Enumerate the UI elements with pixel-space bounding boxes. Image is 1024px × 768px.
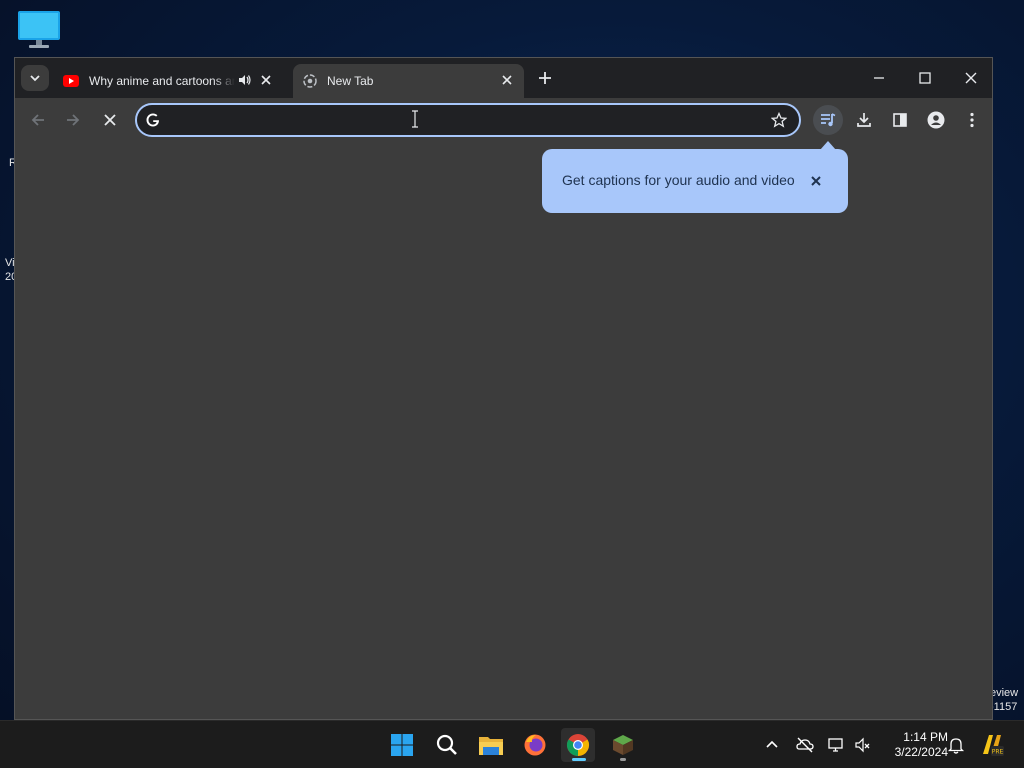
toolbar (15, 98, 992, 142)
close-icon[interactable] (500, 73, 514, 87)
chevron-up-icon[interactable] (762, 735, 782, 755)
forward-arrow-icon[interactable] (63, 110, 83, 130)
tab-new-tab[interactable]: New Tab (293, 64, 524, 98)
side-panel-icon[interactable] (890, 110, 910, 130)
captions-promo-text: Get captions for your audio and video (562, 172, 795, 188)
firefox-icon (524, 734, 546, 756)
chrome-button[interactable] (561, 728, 595, 762)
minimize-icon[interactable] (869, 68, 889, 88)
firefox-button[interactable] (518, 728, 552, 762)
new-tab-plus-icon[interactable] (535, 68, 555, 88)
onedrive-offline-icon[interactable] (795, 735, 815, 755)
clock-time: 1:14 PM (903, 730, 948, 744)
tab-title: New Tab (327, 74, 374, 88)
text-cursor-icon (412, 110, 418, 128)
stop-loading-icon[interactable] (100, 110, 120, 130)
active-app-indicator (572, 758, 586, 761)
chrome-icon (303, 74, 317, 88)
tab-youtube[interactable]: Why anime and cartoons are (55, 64, 283, 98)
media-controls-button[interactable] (813, 105, 843, 135)
tab-search-button[interactable] (21, 65, 49, 91)
speaker-icon[interactable] (237, 73, 251, 87)
notification-bell-icon[interactable] (946, 735, 966, 755)
windows-start-icon (391, 734, 413, 756)
chevron-down-icon (30, 75, 40, 82)
taskbar: 1:14 PM 3/22/2024 PRE (0, 720, 1024, 768)
close-icon[interactable] (259, 73, 273, 87)
tab-title: Why anime and cartoons are (89, 74, 235, 88)
file-explorer-button[interactable] (474, 728, 508, 762)
youtube-icon (63, 75, 79, 87)
minecraft-icon (613, 735, 633, 755)
chrome-icon (567, 734, 589, 756)
google-g-icon (146, 113, 159, 127)
start-button[interactable] (385, 728, 419, 762)
captions-promo-bubble: Get captions for your audio and video (542, 141, 848, 213)
maximize-icon[interactable] (915, 68, 935, 88)
minecraft-button[interactable] (606, 728, 640, 762)
search-icon (436, 734, 457, 755)
address-bar[interactable] (135, 103, 801, 137)
file-explorer-icon (479, 737, 503, 755)
volume-muted-icon[interactable] (853, 735, 873, 755)
menu-dots-icon[interactable] (962, 110, 982, 130)
clock[interactable]: 1:14 PM 3/22/2024 (878, 730, 948, 760)
svg-text:PRE: PRE (992, 749, 1004, 756)
clock-date: 3/22/2024 (894, 745, 948, 759)
close-icon[interactable] (809, 174, 823, 188)
network-icon[interactable] (826, 735, 846, 755)
copilot-preview-icon[interactable]: PRE (979, 732, 1005, 758)
address-input[interactable] (173, 111, 757, 131)
desktop-watermark-fragment: eview -1157 (990, 687, 1019, 713)
tab-strip: Why anime and cartoons are New Tab (15, 58, 992, 98)
back-arrow-icon[interactable] (28, 110, 48, 130)
download-icon[interactable] (854, 110, 874, 130)
bookmark-star-icon[interactable] (771, 112, 787, 128)
profile-avatar-icon[interactable] (926, 110, 946, 130)
media-queue-icon (821, 113, 836, 127)
close-window-icon[interactable] (961, 68, 981, 88)
running-app-indicator (620, 758, 626, 761)
this-pc-desktop-icon[interactable] (17, 10, 61, 50)
search-button[interactable] (430, 728, 464, 762)
